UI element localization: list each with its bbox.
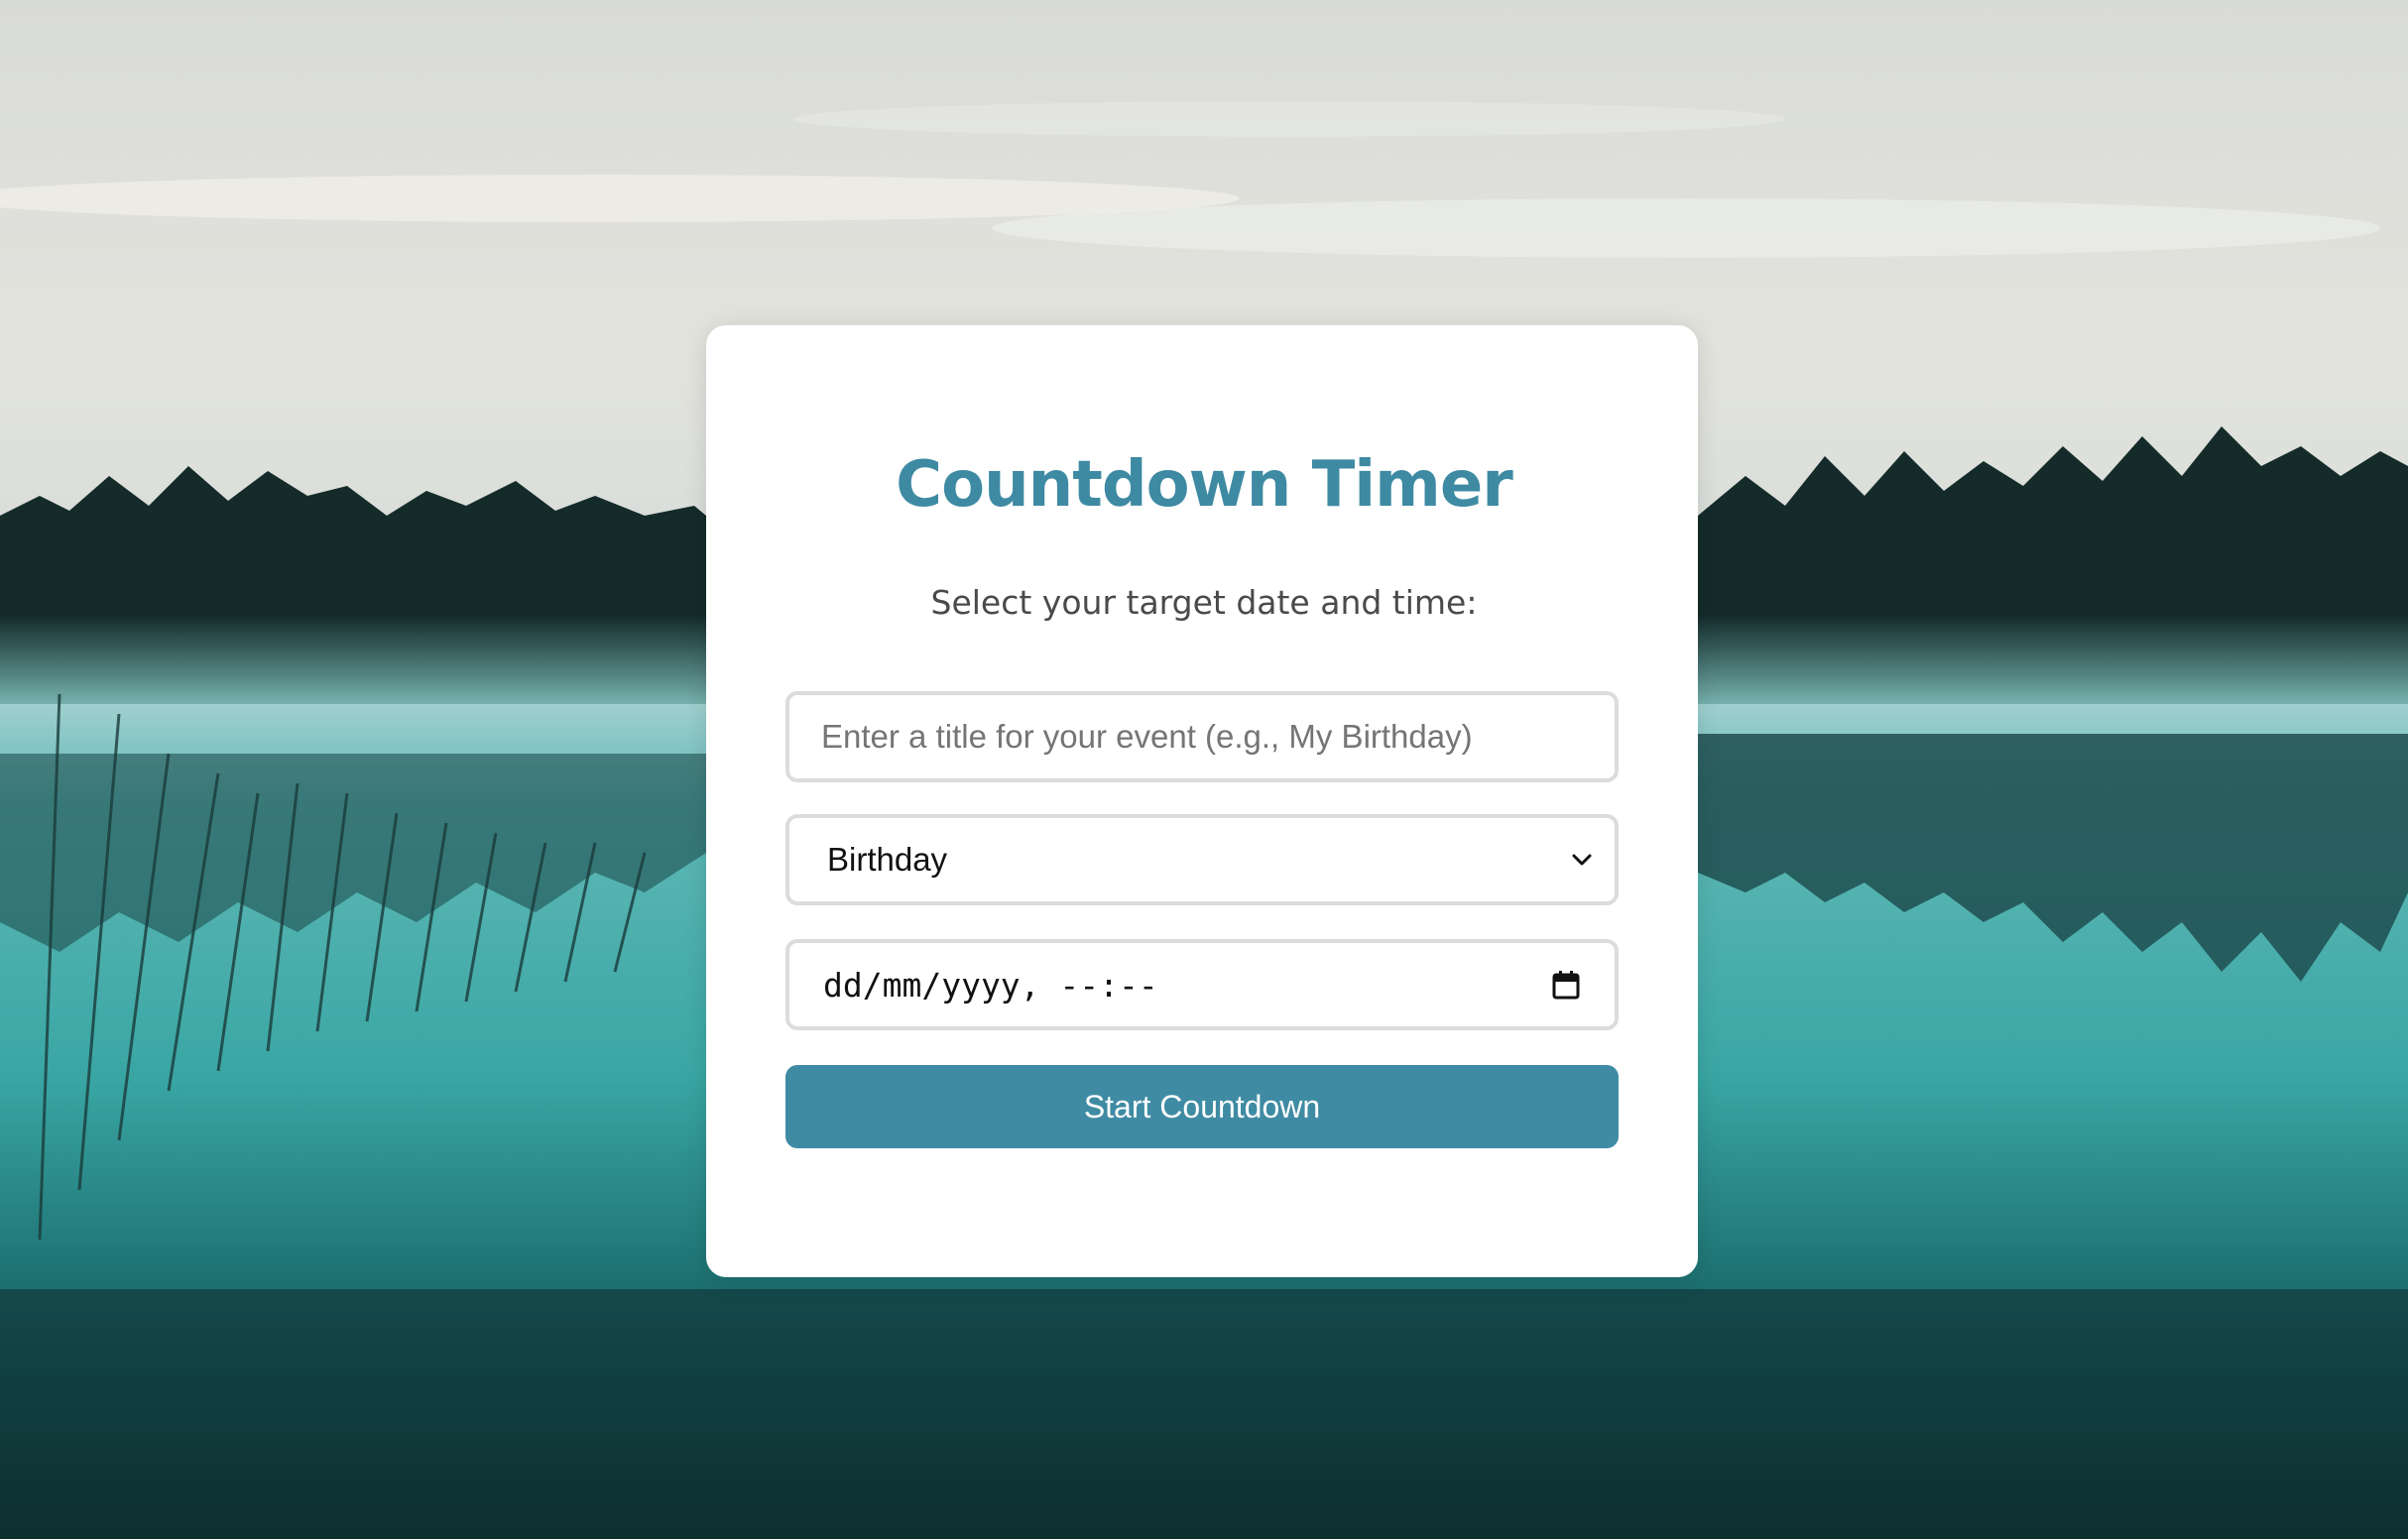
event-title-input[interactable]	[819, 694, 1615, 779]
chevron-down-icon	[1571, 853, 1593, 867]
subtitle: Select your target date and time:	[930, 583, 1478, 622]
event-title-field[interactable]	[785, 691, 1619, 782]
start-countdown-button[interactable]: Start Countdown	[785, 1065, 1619, 1148]
event-type-select[interactable]: Birthday	[785, 814, 1619, 905]
event-type-value: Birthday	[827, 841, 948, 878]
page-title: Countdown Timer	[896, 448, 1513, 522]
datetime-input[interactable]: dd/mm/yyyy, --:--	[785, 939, 1619, 1030]
calendar-icon[interactable]	[1551, 969, 1581, 1001]
datetime-value: dd/mm/yyyy, --:--	[823, 965, 1158, 1005]
